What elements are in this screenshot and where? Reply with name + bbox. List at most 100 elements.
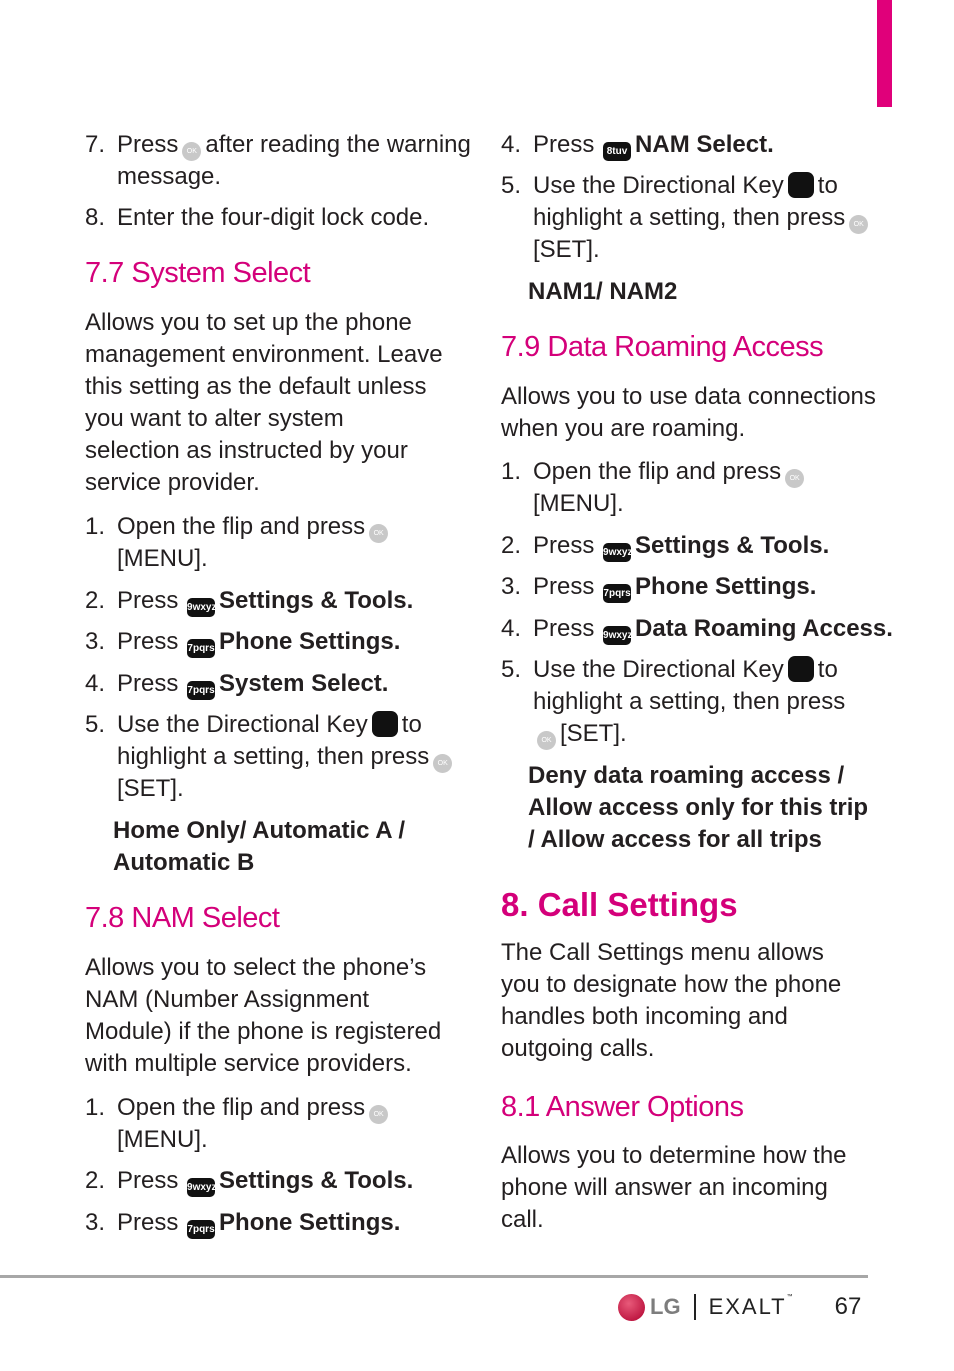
step-text: Enter the four-digit lock code. bbox=[117, 204, 430, 231]
brand-logo: LG bbox=[650, 1294, 681, 1319]
paragraph: The Call Settings menu allows you to des… bbox=[501, 939, 842, 1062]
step-number: 3. bbox=[501, 573, 522, 600]
key-7-icon: 7pqrs bbox=[187, 639, 216, 658]
step-text: Press bbox=[117, 670, 179, 697]
directional-key-icon bbox=[371, 711, 398, 737]
menu-label: Data Roaming Access. bbox=[635, 615, 893, 642]
step-5: 5. Use the Directional Key to highlight a … bbox=[501, 170, 878, 266]
ok-key-icon: OK bbox=[849, 215, 869, 234]
step-number: 1. bbox=[85, 1094, 106, 1121]
step-4: 4. Press 7pqrs System Select. bbox=[85, 668, 482, 700]
heading-8-1: 8.1 Answer Options bbox=[501, 1091, 744, 1123]
paragraph: Allows you to select the phone’s NAM (Nu… bbox=[85, 954, 442, 1077]
step-8: 8. Enter the four-digit lock code. bbox=[85, 202, 482, 234]
step-text: Open the flip and press bbox=[117, 513, 366, 540]
menu-label: [SET]. bbox=[117, 775, 184, 802]
step-number: 1. bbox=[501, 458, 522, 485]
step-3: 3. Press 7pqrs Phone Settings. bbox=[85, 1207, 482, 1239]
paragraph: Allows you to set up the phone managemen… bbox=[85, 309, 443, 496]
divider bbox=[693, 1294, 696, 1320]
step-number: 1. bbox=[85, 513, 106, 540]
key-8-icon: 8tuv bbox=[603, 142, 632, 161]
step-7: 7. Press OK after reading the warning messa… bbox=[85, 129, 482, 193]
step-text: Use the Directional Key bbox=[533, 656, 784, 683]
step-1: 1. Open the flip and press OK [MENU]. bbox=[501, 456, 908, 520]
menu-label: Settings & Tools. bbox=[219, 1167, 414, 1194]
step-5: 5. Use the Directional Key to highlight a … bbox=[85, 709, 482, 805]
step-4: 4. Press 9wxyz Data Roaming Access. bbox=[501, 613, 933, 645]
menu-label: Phone Settings. bbox=[219, 1209, 401, 1236]
trademark: ™ bbox=[786, 1294, 795, 1300]
step-text: Use the Directional Key bbox=[117, 711, 368, 738]
step-text: Press bbox=[117, 1167, 179, 1194]
step-number: 4. bbox=[85, 670, 106, 697]
step-text: Press bbox=[533, 615, 595, 642]
menu-label: NAM Select. bbox=[635, 131, 774, 158]
paragraph: Allows you to determine how the phone wi… bbox=[501, 1142, 847, 1233]
menu-label: [SET]. bbox=[560, 720, 627, 747]
ok-key-icon: OK bbox=[785, 469, 805, 488]
step-1: 1. Open the flip and press OK [MENU]. bbox=[85, 511, 482, 575]
menu-label: System Select. bbox=[219, 670, 389, 697]
menu-label: Phone Settings. bbox=[219, 628, 401, 655]
ok-key-icon: OK bbox=[182, 142, 202, 161]
step-5: 5. Use the Directional Key to highlight a … bbox=[501, 654, 878, 750]
menu-label: Settings & Tools. bbox=[635, 532, 830, 559]
menu-label: [MENU]. bbox=[533, 490, 624, 517]
step-number: 5. bbox=[501, 656, 522, 683]
key-7-icon: 7pqrs bbox=[187, 1220, 216, 1239]
step-number: 2. bbox=[85, 1167, 106, 1194]
footer: LG EXALT™ 67 bbox=[618, 1290, 861, 1324]
key-7-icon: 7pqrs bbox=[187, 681, 216, 700]
step-text: Press bbox=[533, 573, 595, 600]
key-9-icon: 9wxyz bbox=[187, 1178, 217, 1197]
directional-key-icon bbox=[787, 656, 814, 682]
step-2: 2. Press 9wxyz Settings & Tools. bbox=[85, 585, 482, 617]
manual-page: 7. Press OK after reading the warning messa… bbox=[0, 0, 954, 1371]
step-3: 3. Press 7pqrs Phone Settings. bbox=[501, 571, 908, 603]
key-7-icon: 7pqrs bbox=[603, 584, 632, 603]
options-list: NAM1/ NAM2 bbox=[528, 278, 678, 305]
step-text: Use the Directional Key bbox=[533, 172, 784, 199]
step-text: Open the flip and press bbox=[117, 1094, 366, 1121]
ok-key-icon: OK bbox=[537, 731, 556, 750]
step-text: Press bbox=[117, 587, 179, 614]
step-2: 2. Press 9wxyz Settings & Tools. bbox=[85, 1165, 482, 1197]
menu-label: Phone Settings. bbox=[635, 573, 817, 600]
step-3: 3. Press 7pqrs Phone Settings. bbox=[85, 626, 482, 658]
directional-key-icon bbox=[787, 172, 814, 198]
menu-label: [SET]. bbox=[533, 236, 600, 263]
step-text: Press bbox=[117, 1209, 179, 1236]
product-label: EXALT bbox=[708, 1294, 787, 1319]
step-number: 4. bbox=[501, 131, 522, 158]
key-9-icon: 9wxyz bbox=[603, 543, 633, 562]
step-number: 4. bbox=[501, 615, 522, 642]
heading-7-7: 7.7 System Select bbox=[85, 257, 311, 289]
step-text: Press bbox=[117, 628, 179, 655]
ok-key-icon: OK bbox=[369, 1105, 389, 1124]
heading-8: 8. Call Settings bbox=[501, 886, 738, 923]
step-number: 5. bbox=[85, 711, 106, 738]
options-list: Deny data roaming access / Allow access … bbox=[528, 762, 869, 853]
section-tab-marker bbox=[877, 0, 892, 107]
page-number: 67 bbox=[834, 1293, 862, 1320]
step-number: 3. bbox=[85, 1209, 106, 1236]
step-text: Press bbox=[117, 131, 179, 158]
product-name: EXALT™ bbox=[709, 1294, 795, 1320]
key-9-icon: 9wxyz bbox=[187, 598, 217, 617]
step-number: 2. bbox=[501, 532, 522, 559]
paragraph: Allows you to use data connections when … bbox=[501, 383, 876, 442]
step-number: 3. bbox=[85, 628, 106, 655]
menu-label: [MENU]. bbox=[117, 1126, 208, 1153]
step-number: 8. bbox=[85, 204, 106, 231]
step-2: 2. Press 9wxyz Settings & Tools. bbox=[501, 530, 908, 562]
heading-7-8: 7.8 NAM Select bbox=[85, 902, 280, 934]
lg-logo-icon bbox=[618, 1293, 645, 1321]
step-text: Press bbox=[533, 532, 595, 559]
step-text: Press bbox=[533, 131, 595, 158]
step-number: 5. bbox=[501, 172, 522, 199]
step-4: 4. Press 8tuv NAM Select. bbox=[501, 129, 908, 161]
heading-7-9: 7.9 Data Roaming Access bbox=[501, 331, 824, 363]
ok-key-icon: OK bbox=[433, 754, 453, 773]
step-text: Open the flip and press bbox=[533, 458, 782, 485]
